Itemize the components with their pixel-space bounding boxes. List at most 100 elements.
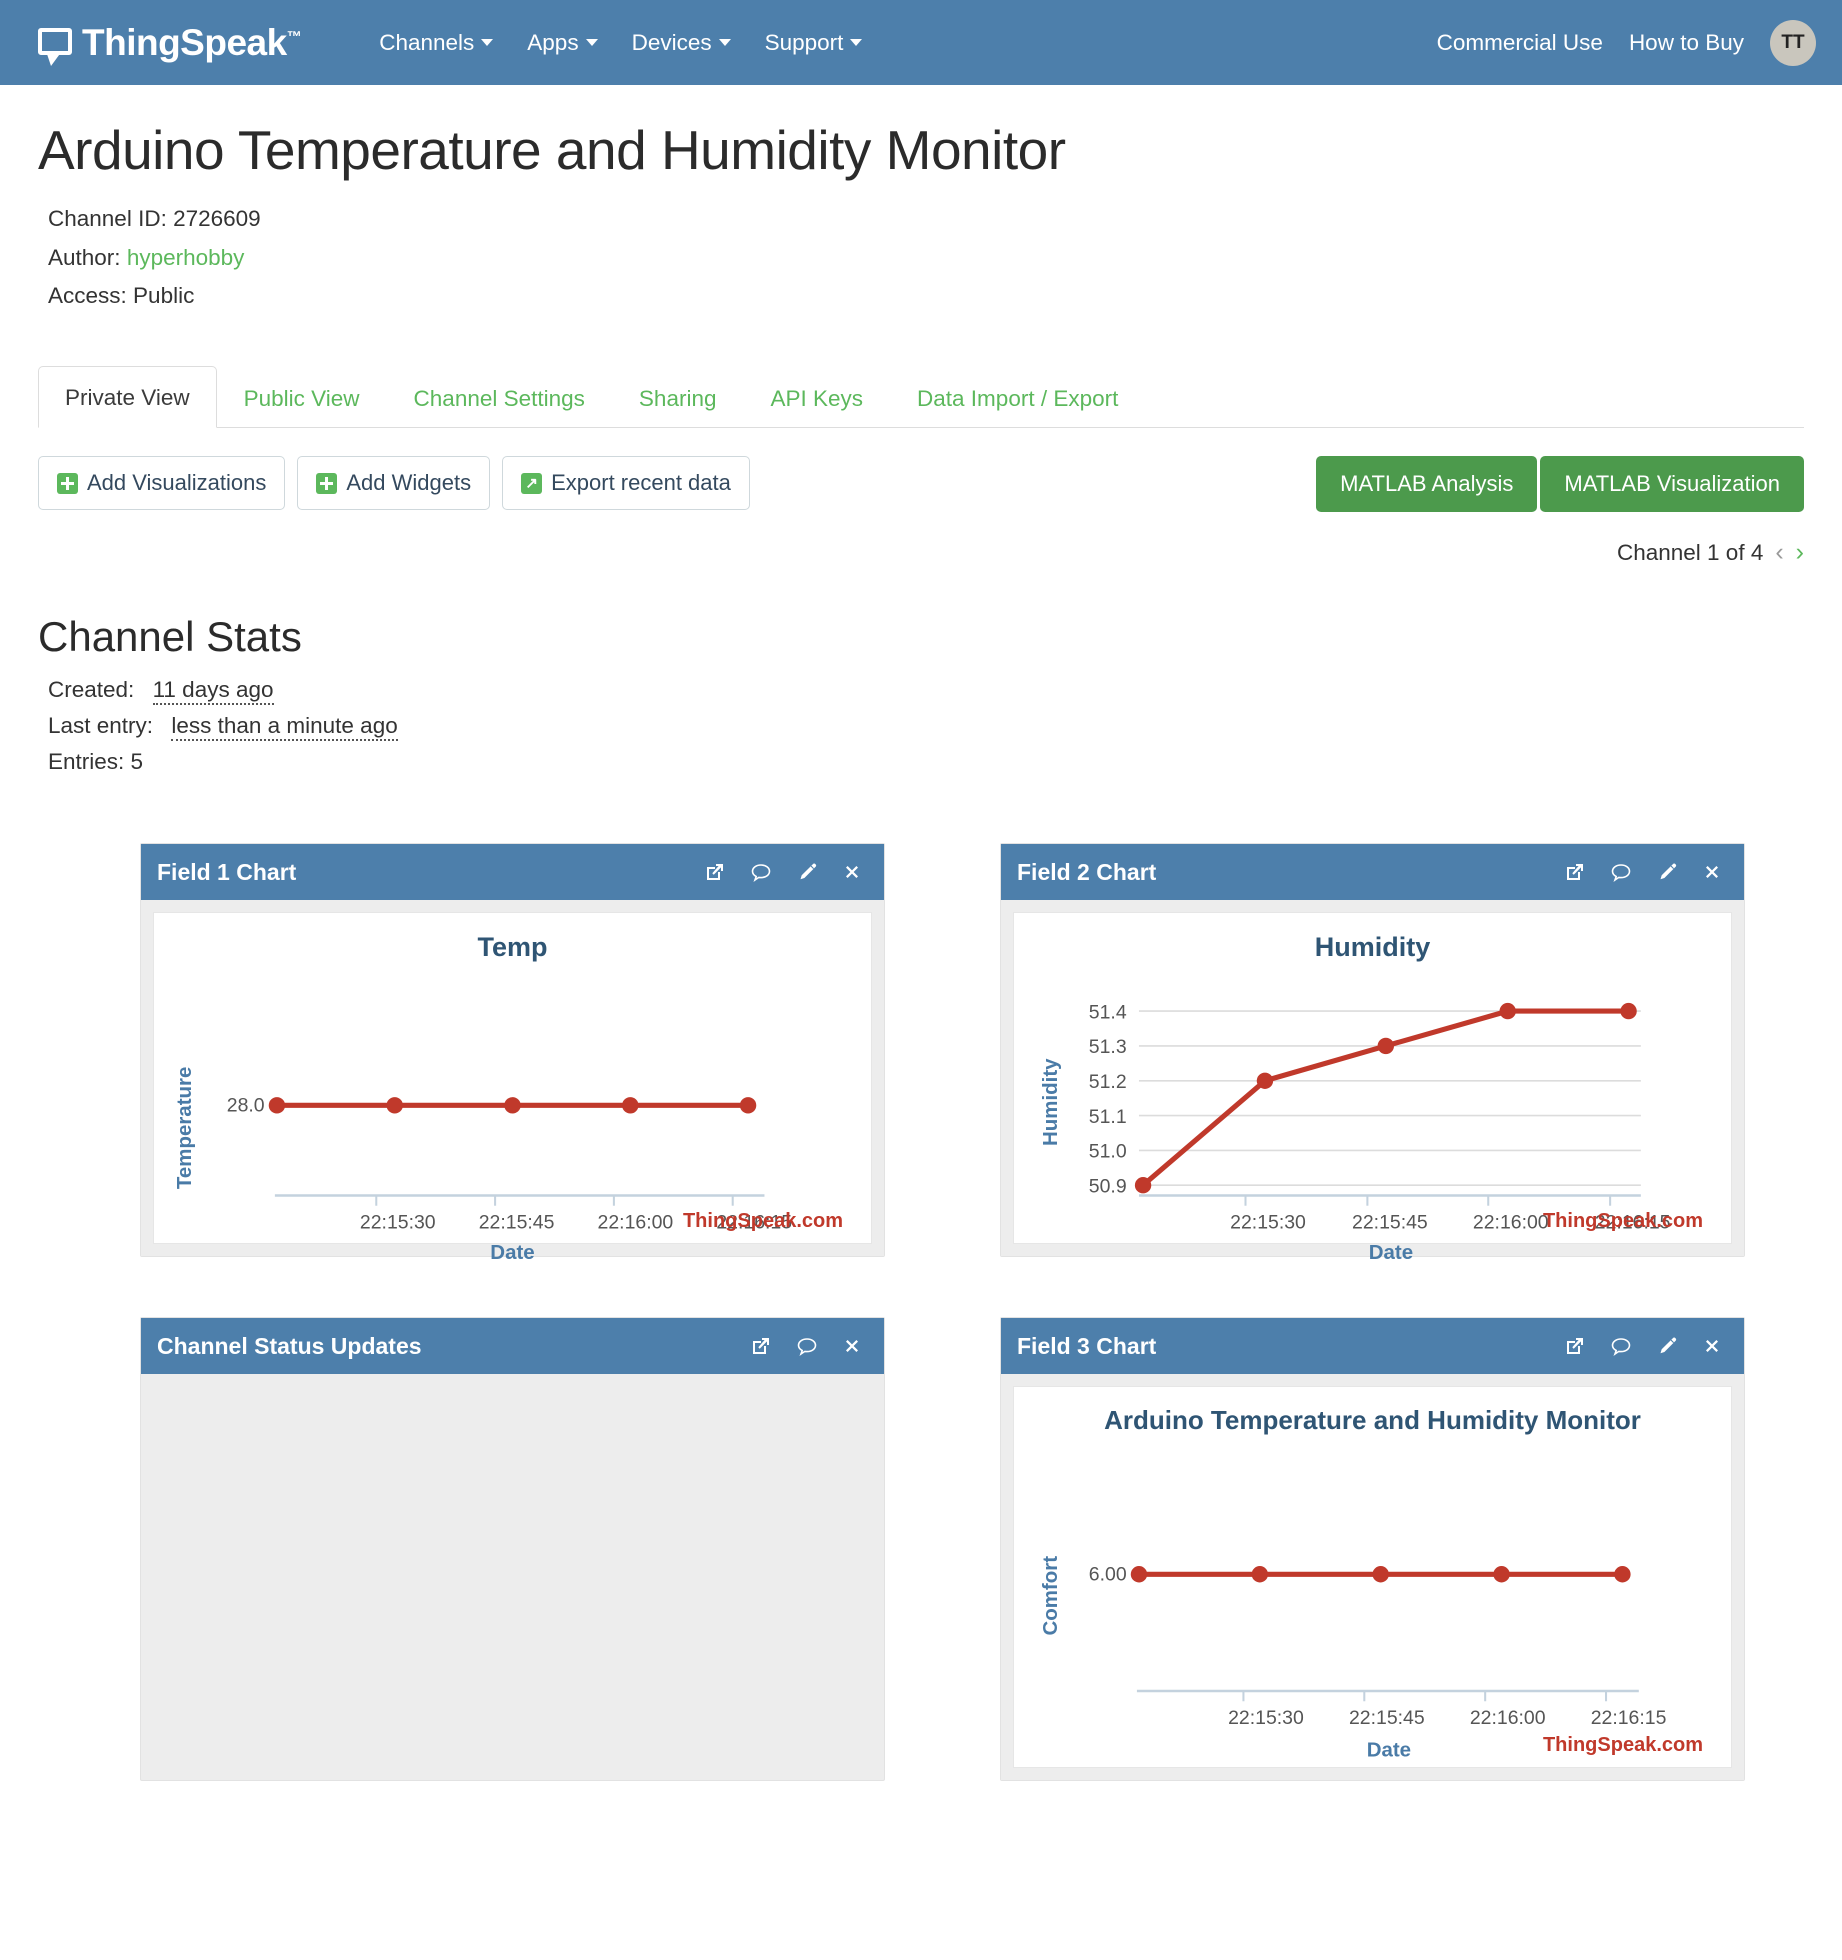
nav-label-devices: Devices (631, 29, 712, 55)
data-point (1256, 1072, 1274, 1089)
add-visualizations-button[interactable]: Add Visualizations (38, 456, 286, 511)
access-value: Public (133, 283, 195, 308)
yaxis-label: Temperature (173, 1066, 196, 1188)
close-icon[interactable] (842, 1336, 862, 1356)
page-title: Arduino Temperature and Humidity Monitor (38, 119, 1066, 181)
xtick-label: 22:16:00 (1470, 1706, 1546, 1728)
xaxis-label: Date (1367, 1738, 1411, 1761)
chevron-down-icon (585, 39, 598, 46)
external-link-icon[interactable] (1564, 861, 1586, 883)
page-content: Arduino Temperature and Humidity Monitor… (0, 119, 1842, 1782)
author-link[interactable]: hyperhobby (127, 245, 245, 270)
widget-title: Field 2 Chart (1017, 858, 1157, 885)
tab-channel-settings[interactable]: Channel Settings (387, 367, 612, 428)
nav-item-channels[interactable]: Channels (379, 29, 494, 56)
last-entry-value: less than a minute ago (171, 713, 398, 742)
data-point (1372, 1565, 1389, 1583)
widget-header: Channel Status Updates (141, 1318, 884, 1375)
created-value: 11 days ago (152, 677, 274, 706)
tab-data-import-export[interactable]: Data Import / Export (890, 367, 1145, 428)
close-icon[interactable] (1702, 1336, 1722, 1356)
widget-header: Field 3 Chart (1001, 1318, 1744, 1375)
avatar[interactable]: TT (1770, 19, 1816, 66)
ytick-label: 51.3 (1089, 1036, 1127, 1058)
external-link-icon[interactable] (750, 1335, 772, 1357)
next-channel-icon[interactable]: › (1796, 538, 1804, 567)
plus-icon (57, 472, 78, 494)
widget-body: Humidity 51.4 51.3 51.2 51.1 51.0 50.9 H… (1001, 900, 1744, 1261)
pencil-icon[interactable] (1656, 861, 1678, 883)
top-navbar: ThingSpeak™ Channels Apps Devices Suppor… (0, 0, 1842, 85)
nav-item-devices[interactable]: Devices (632, 30, 731, 56)
thingspeak-credit: ThingSpeak.com (682, 1210, 843, 1233)
widget-grid: Field 1 Chart Temp 28.0 Temperature 22:1… (38, 843, 1804, 1782)
chart-card-field-1: Temp 28.0 Temperature 22:15:30 22:15:45 … (153, 912, 872, 1261)
stat-entries: Entries: 5 (48, 749, 1804, 775)
add-widgets-label: Add Widgets (346, 470, 472, 496)
nav-link-commercial-use[interactable]: Commercial Use (1437, 30, 1603, 56)
author-label: Author: (48, 244, 121, 270)
widget-title: Field 1 Chart (157, 858, 297, 885)
yaxis-label: Comfort (1039, 1555, 1062, 1635)
widget-field-2-chart: Field 2 Chart Humidity 51.4 51.3 51.2 51… (1000, 843, 1745, 1261)
nav-item-apps[interactable]: Apps (527, 30, 598, 56)
xtick-label: 22:15:30 (360, 1211, 436, 1233)
xtick-label: 22:15:45 (479, 1211, 555, 1233)
ytick-label: 51.2 (1089, 1071, 1127, 1093)
tab-api-keys[interactable]: API Keys (743, 367, 890, 428)
data-point (1499, 1002, 1516, 1020)
stat-created: Created: 11 days ago (48, 677, 1804, 706)
external-link-icon[interactable] (1564, 1335, 1586, 1357)
tab-private-view[interactable]: Private View (38, 366, 217, 429)
widget-channel-status-updates: Channel Status Updates (140, 1317, 885, 1782)
author-line: Author: hyperhobby (48, 243, 1804, 273)
nav-label-support: Support (764, 29, 844, 55)
chart-card-field-3: Arduino Temperature and Humidity Monitor… (1013, 1386, 1732, 1769)
data-point (268, 1096, 286, 1114)
pencil-icon[interactable] (1656, 1335, 1678, 1357)
data-line (1141, 1008, 1629, 1187)
main-nav: Channels Apps Devices Support (379, 29, 863, 56)
pencil-icon[interactable] (796, 861, 818, 883)
nav-label-channels: Channels (379, 29, 475, 55)
channel-id-line: Channel ID: 2726609 (48, 204, 1804, 234)
prev-channel-icon[interactable]: ‹ (1775, 538, 1783, 567)
thingspeak-credit: ThingSpeak.com (1542, 1210, 1703, 1233)
chart-title-field-3: Arduino Temperature and Humidity Monitor (1104, 1405, 1641, 1436)
stat-last-entry: Last entry: less than a minute ago (48, 713, 1804, 742)
widget-field-3-chart: Field 3 Chart Arduino Temperature and Hu… (1000, 1317, 1745, 1782)
channel-status-updates-body (141, 1374, 884, 1755)
yaxis-label: Humidity (1039, 1058, 1062, 1146)
channel-pager: Channel 1 of 4 ‹ › (1617, 538, 1804, 567)
close-icon[interactable] (842, 862, 862, 882)
access-label: Access: (48, 283, 127, 308)
chart-title-field-2: Humidity (1314, 932, 1431, 963)
nav-link-how-to-buy[interactable]: How to Buy (1629, 30, 1744, 56)
plus-icon (316, 472, 338, 494)
comment-icon[interactable] (1610, 1335, 1632, 1357)
tab-sharing[interactable]: Sharing (612, 367, 744, 428)
xtick-label: 22:16:00 (598, 1211, 674, 1233)
comment-icon[interactable] (796, 1335, 818, 1357)
chevron-down-icon (718, 39, 731, 46)
ytick-label: 51.4 (1089, 1001, 1127, 1023)
comment-icon[interactable] (1610, 861, 1632, 883)
thingspeak-logo[interactable]: ThingSpeak™ (38, 24, 302, 66)
export-recent-data-button[interactable]: ↗ Export recent data (502, 456, 750, 511)
tab-public-view[interactable]: Public View (217, 367, 387, 428)
xaxis-label: Date (1369, 1241, 1413, 1261)
chart-plot-field-3: 6.00 Comfort 22:15:30 22:15:45 22:16:00 … (1039, 1555, 1666, 1761)
nav-item-support[interactable]: Support (765, 30, 863, 56)
widget-header: Field 1 Chart (141, 844, 884, 901)
ytick-label: 6.00 (1089, 1563, 1127, 1585)
add-widgets-button[interactable]: Add Widgets (297, 456, 491, 511)
external-link-icon[interactable] (704, 861, 726, 883)
speech-bubble-icon (38, 28, 72, 66)
matlab-analysis-button[interactable]: MATLAB Analysis (1316, 456, 1538, 513)
matlab-visualization-button[interactable]: MATLAB Visualization (1540, 456, 1804, 513)
ytick-label: 50.9 (1089, 1175, 1127, 1197)
chart-title-field-1: Temp (477, 932, 548, 963)
comment-icon[interactable] (750, 861, 772, 883)
chevron-down-icon (481, 39, 494, 46)
close-icon[interactable] (1702, 862, 1722, 882)
